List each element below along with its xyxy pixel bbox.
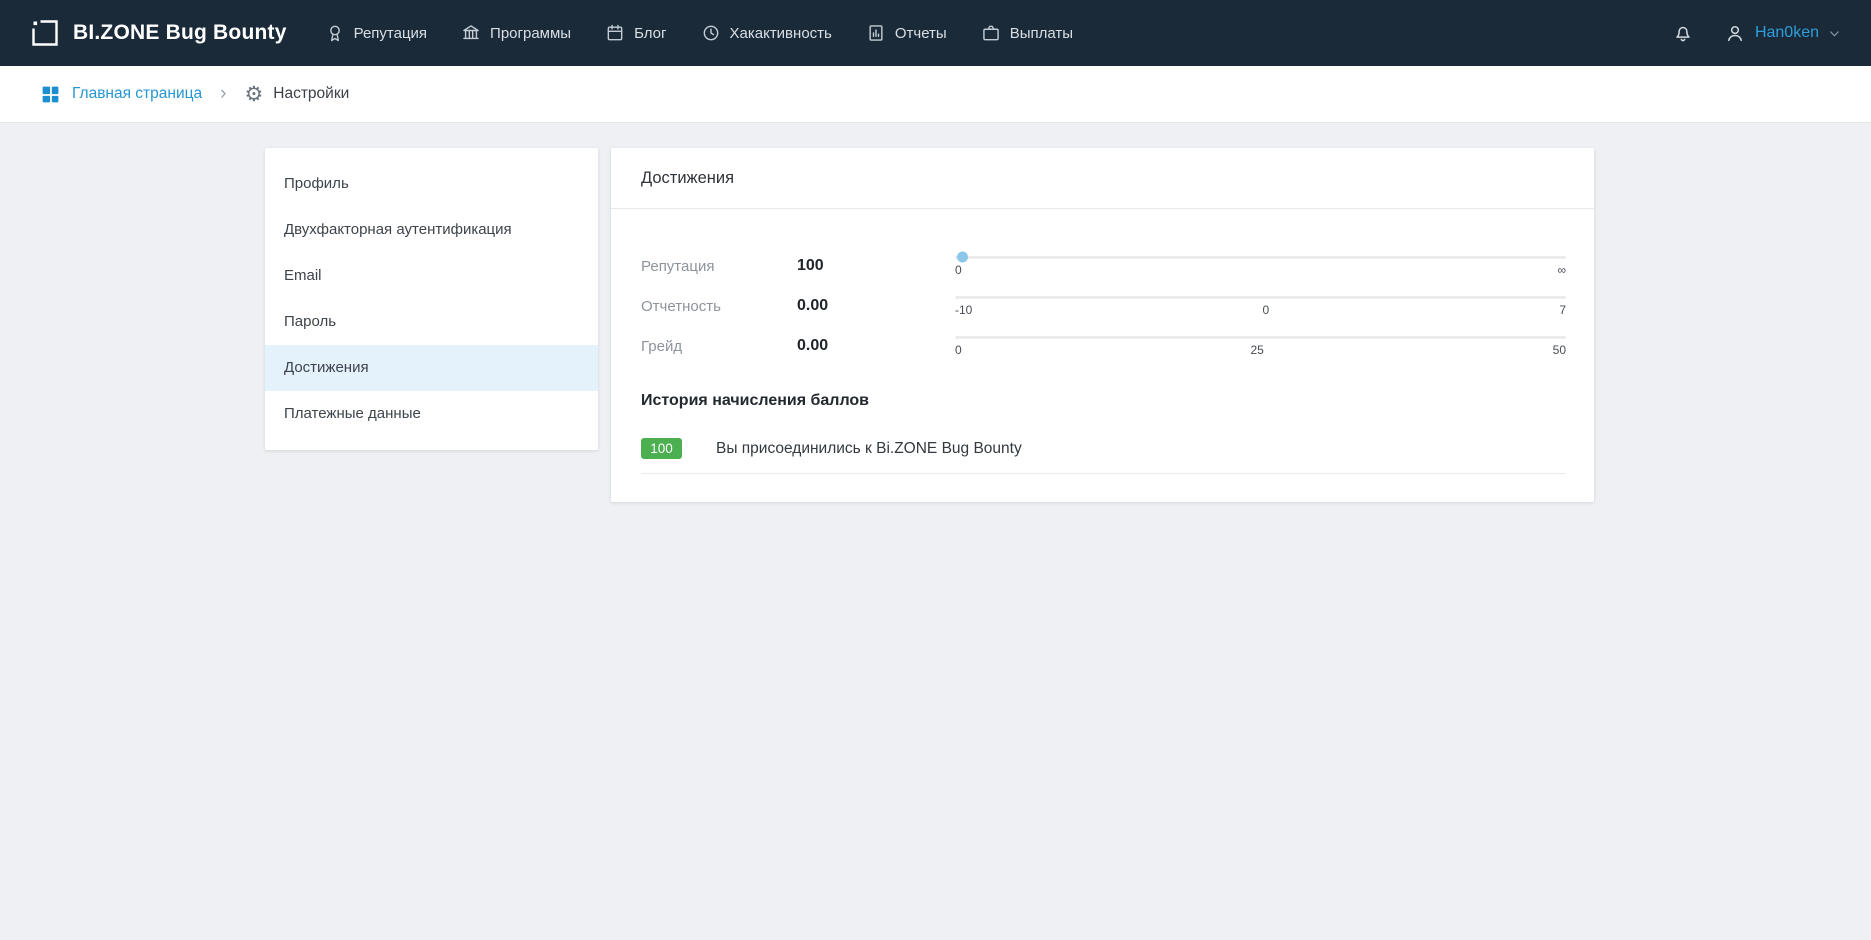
scale-labels: 0 ∞ bbox=[955, 263, 1566, 277]
username: Han0ken bbox=[1755, 24, 1819, 42]
sidebar-item-password[interactable]: Пароль bbox=[265, 299, 598, 345]
sidebar-item-achievements[interactable]: Достижения bbox=[265, 345, 598, 391]
scale-min: 0 bbox=[955, 263, 962, 277]
brand-title: BI.ZONE Bug Bounty bbox=[73, 21, 287, 45]
gear-icon: ⚙ bbox=[244, 84, 263, 105]
bizone-logo-icon bbox=[30, 18, 60, 48]
scale-mid: 0 bbox=[1262, 303, 1269, 317]
brand[interactable]: BI.ZONE Bug Bounty bbox=[30, 18, 287, 48]
user-icon bbox=[1724, 22, 1746, 44]
breadcrumb-home-link[interactable]: Главная страница bbox=[40, 84, 202, 105]
calendar-icon bbox=[605, 23, 625, 43]
nav-item-label: Блог bbox=[634, 25, 666, 42]
nav-item-label: Хакактивность bbox=[730, 25, 832, 42]
panel-body: Репутация 100 0 ∞ Отчетность 0.00 bbox=[611, 209, 1594, 502]
scale-track bbox=[955, 336, 1566, 339]
nav-item-programs[interactable]: Программы bbox=[461, 23, 571, 43]
history-entry-text: Вы присоединились к Bi.ZONE Bug Bounty bbox=[716, 440, 1022, 458]
reputation-scale: 0 ∞ bbox=[955, 256, 1566, 277]
briefcase-icon bbox=[981, 23, 1001, 43]
scale-min: -10 bbox=[955, 303, 972, 317]
chevron-down-icon bbox=[1828, 27, 1841, 40]
scale-max: 7 bbox=[1559, 303, 1566, 317]
scale-mid: 25 bbox=[1250, 343, 1263, 357]
metric-row-grade: Грейд 0.00 0 25 50 bbox=[641, 326, 1566, 366]
points-badge: 100 bbox=[641, 438, 682, 459]
metric-value: 0.00 bbox=[797, 337, 955, 355]
nav-item-hacktivity[interactable]: Хакактивность bbox=[701, 23, 832, 43]
medal-icon bbox=[325, 23, 345, 43]
breadcrumb-current: ⚙ Настройки bbox=[244, 84, 349, 105]
nav-item-reputation[interactable]: Репутация bbox=[325, 23, 427, 43]
sidebar-item-2fa[interactable]: Двухфакторная аутентификация bbox=[265, 207, 598, 253]
metric-label: Репутация bbox=[641, 258, 797, 275]
scale-marker-dot bbox=[957, 252, 968, 263]
breadcrumb: Главная страница › ⚙ Настройки bbox=[0, 66, 1871, 123]
scale-min: 0 bbox=[955, 343, 962, 357]
nav-item-label: Программы bbox=[490, 25, 571, 42]
nav-item-label: Отчеты bbox=[895, 25, 947, 42]
history-entry: 100 Вы присоединились к Bi.ZONE Bug Boun… bbox=[641, 438, 1566, 474]
scale-labels: 0 25 50 bbox=[955, 343, 1566, 357]
bar-chart-icon bbox=[866, 23, 886, 43]
metric-value: 0.00 bbox=[797, 297, 955, 315]
nav-item-label: Репутация bbox=[354, 25, 427, 42]
nav-item-label: Выплаты bbox=[1010, 25, 1073, 42]
metric-label: Грейд bbox=[641, 338, 797, 355]
scale-max: 50 bbox=[1553, 343, 1566, 357]
nav-item-reports[interactable]: Отчеты bbox=[866, 23, 947, 43]
achievements-panel: Достижения Репутация 100 0 ∞ Отчетно bbox=[611, 148, 1594, 502]
notifications-bell-icon[interactable] bbox=[1672, 22, 1694, 44]
main-content: Профиль Двухфакторная аутентификация Ema… bbox=[0, 123, 1871, 502]
sidebar-item-payment-details[interactable]: Платежные данные bbox=[265, 391, 598, 437]
nav-item-blog[interactable]: Блог bbox=[605, 23, 666, 43]
building-icon bbox=[461, 23, 481, 43]
user-menu[interactable]: Han0ken bbox=[1724, 22, 1841, 44]
metric-label: Отчетность bbox=[641, 298, 797, 315]
breadcrumb-home-label: Главная страница bbox=[72, 85, 202, 103]
scale-track bbox=[955, 256, 1566, 259]
scale-max: ∞ bbox=[1557, 263, 1566, 277]
history-title: История начисления баллов bbox=[641, 392, 1566, 410]
scale-labels: -10 0 7 bbox=[955, 303, 1566, 317]
navbar-right: Han0ken bbox=[1672, 22, 1841, 44]
breadcrumb-separator-icon: › bbox=[220, 83, 226, 105]
grade-scale: 0 25 50 bbox=[955, 336, 1566, 357]
metric-row-reporting: Отчетность 0.00 -10 0 7 bbox=[641, 286, 1566, 326]
breadcrumb-current-label: Настройки bbox=[273, 85, 349, 103]
sidebar-item-email[interactable]: Email bbox=[265, 253, 598, 299]
settings-sidebar: Профиль Двухфакторная аутентификация Ema… bbox=[265, 148, 598, 450]
panel-title: Достижения bbox=[611, 148, 1594, 209]
sidebar-item-profile[interactable]: Профиль bbox=[265, 161, 598, 207]
nav-item-payouts[interactable]: Выплаты bbox=[981, 23, 1073, 43]
metric-row-reputation: Репутация 100 0 ∞ bbox=[641, 246, 1566, 286]
scale-track bbox=[955, 296, 1566, 299]
top-navbar: BI.ZONE Bug Bounty Репутация Программы Б… bbox=[0, 0, 1871, 66]
reporting-scale: -10 0 7 bbox=[955, 296, 1566, 317]
dashboard-grid-icon bbox=[40, 84, 61, 105]
metric-value: 100 bbox=[797, 257, 955, 275]
history-clock-icon bbox=[701, 23, 721, 43]
main-nav: Репутация Программы Блог Хакактивность О… bbox=[325, 23, 1073, 43]
